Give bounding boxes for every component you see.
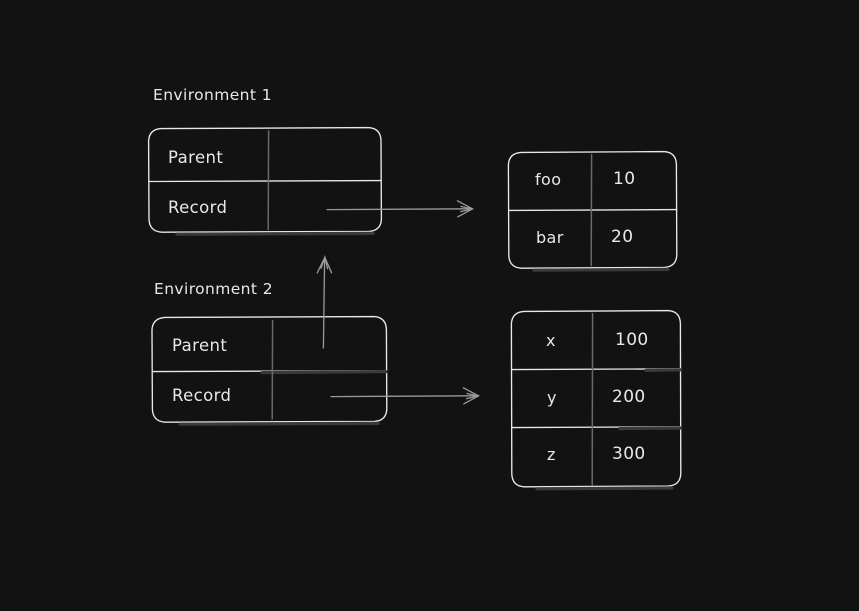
record-table-2-value-z: 300 xyxy=(612,444,646,464)
record-table-1-box xyxy=(507,150,678,272)
diagram-canvas: .s { fill:none; stroke:#e8e8e8; stroke-w… xyxy=(0,0,859,611)
arrow-env2-record-to-table2 xyxy=(330,387,480,405)
env2-row-parent-label: Parent xyxy=(172,336,228,355)
record-table-1-key-bar: bar xyxy=(536,228,564,247)
record-table-2-key-y: y xyxy=(547,388,557,407)
record-table-2-key-z: z xyxy=(547,445,556,464)
record-table-1-value-bar: 20 xyxy=(611,227,634,247)
record-table-2-box xyxy=(510,309,683,491)
environment-2-title: Environment 2 xyxy=(154,280,273,298)
env1-row-parent-label: Parent xyxy=(168,148,224,167)
record-table-1-value-foo: 10 xyxy=(613,169,636,189)
record-table-2-value-y: 200 xyxy=(612,387,646,407)
environment-1-title: Environment 1 xyxy=(153,86,272,104)
environment-1-box xyxy=(147,126,383,236)
env2-row-record-label: Record xyxy=(172,386,232,405)
arrow-env2-parent-to-env1 xyxy=(316,254,333,349)
arrow-env1-record-to-table1 xyxy=(326,200,474,218)
diagram-strokes: .s { fill:none; stroke:#e8e8e8; stroke-w… xyxy=(147,126,683,491)
record-table-2-value-x: 100 xyxy=(615,330,649,350)
env1-row-record-label: Record xyxy=(168,198,228,217)
record-table-2-key-x: x xyxy=(546,331,556,350)
record-table-1-key-foo: foo xyxy=(535,170,562,189)
environment-2-box xyxy=(151,315,388,426)
